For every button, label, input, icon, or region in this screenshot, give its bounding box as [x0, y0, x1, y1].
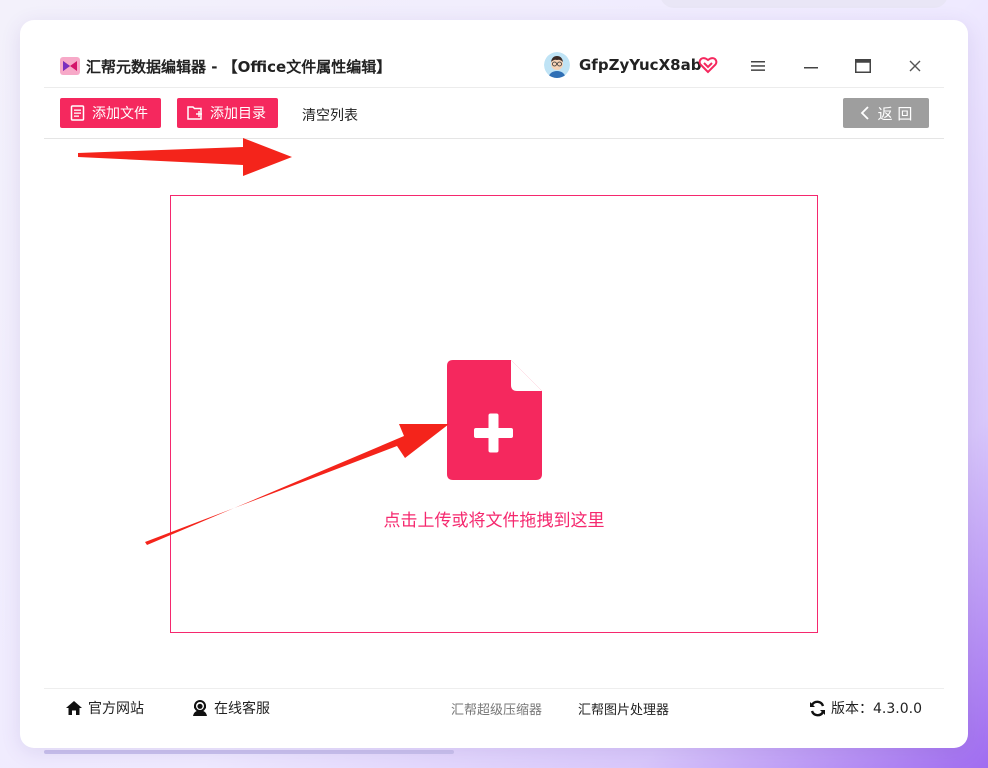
image-tool-link[interactable]: 汇帮图片处理器: [578, 698, 669, 718]
dropzone-hint: 点击上传或将文件拖拽到这里: [383, 511, 605, 531]
vip-heart-icon[interactable]: [698, 55, 718, 75]
avatar[interactable]: [544, 52, 570, 78]
menu-button[interactable]: [745, 53, 771, 79]
headset-icon: [193, 700, 207, 716]
background-strip: [44, 750, 454, 754]
toolbar-divider: [44, 138, 944, 139]
title-divider: [44, 87, 944, 88]
compressor-link[interactable]: 汇帮超级压缩器: [451, 698, 542, 718]
maximize-icon: [855, 59, 871, 73]
support-label: 在线客服: [214, 701, 270, 717]
add-dir-button[interactable]: 添加目录: [177, 98, 278, 128]
username[interactable]: GfpZyYucX8ab: [579, 56, 701, 74]
close-button[interactable]: [902, 53, 928, 79]
app-title: 汇帮元数据编辑器 - 【Office文件属性编辑】: [86, 58, 392, 76]
close-icon: [909, 60, 921, 72]
refresh-icon: [810, 700, 825, 716]
folder-plus-icon: [187, 106, 202, 120]
add-file-button[interactable]: 添加文件: [60, 98, 161, 128]
app-window: 汇帮元数据编辑器 - 【Office文件属性编辑】 GfpZyYucX8ab 添…: [44, 44, 944, 726]
back-button[interactable]: 返 回: [843, 98, 929, 128]
back-label: 返 回: [877, 104, 913, 123]
upload-dropzone[interactable]: 点击上传或将文件拖拽到这里: [170, 195, 818, 633]
image-tool-label: 汇帮图片处理器: [578, 702, 670, 718]
version-label: 版本：4.3.0.0: [831, 701, 922, 717]
footer-divider: [44, 688, 944, 689]
maximize-button[interactable]: [850, 53, 876, 79]
file-plus-icon: [447, 360, 542, 480]
clear-list-button[interactable]: 清空列表: [302, 105, 358, 125]
chevron-left-icon: [860, 106, 869, 120]
home-icon: [66, 701, 82, 715]
document-list-icon: [70, 105, 85, 121]
title-bar: 汇帮元数据编辑器 - 【Office文件属性编辑】 GfpZyYucX8ab: [44, 44, 944, 88]
minimize-icon: [804, 67, 818, 69]
avatar-icon: [544, 52, 570, 78]
website-label: 官方网站: [88, 701, 144, 717]
compressor-label: 汇帮超级压缩器: [451, 702, 543, 718]
background-pill: [660, 0, 948, 8]
online-support-link[interactable]: 在线客服: [191, 698, 270, 718]
add-dir-label: 添加目录: [210, 106, 266, 122]
version-check-button[interactable]: 版本：4.3.0.0: [809, 698, 922, 718]
add-file-label: 添加文件: [92, 106, 148, 122]
official-website-link[interactable]: 官方网站: [65, 698, 144, 718]
minimize-button[interactable]: [798, 53, 824, 79]
hamburger-menu-icon: [751, 61, 765, 71]
app-logo-icon: [60, 57, 80, 75]
